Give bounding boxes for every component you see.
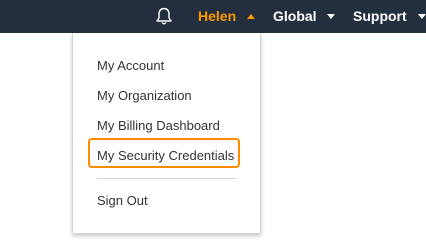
support-menu-button[interactable]: Support <box>353 0 426 33</box>
caret-up-icon <box>247 13 256 19</box>
region-menu-label: Global <box>273 8 317 24</box>
caret-down-icon <box>417 13 426 19</box>
menu-item-my-organization[interactable]: My Organization <box>97 88 192 104</box>
region-menu-button[interactable]: Global <box>273 0 336 33</box>
bell-icon[interactable] <box>154 6 174 26</box>
user-dropdown-menu: My Account My Organization My Billing Da… <box>72 33 261 234</box>
menu-item-sign-out[interactable]: Sign Out <box>97 193 148 209</box>
user-menu-button[interactable]: Helen <box>198 0 256 33</box>
menu-item-my-billing-dashboard[interactable]: My Billing Dashboard <box>97 118 220 134</box>
top-navigation-bar: Helen Global Support <box>0 0 426 33</box>
caret-down-icon <box>327 13 336 19</box>
menu-item-my-account[interactable]: My Account <box>97 58 164 74</box>
menu-divider <box>97 178 237 179</box>
user-menu-label: Helen <box>198 8 237 24</box>
support-menu-label: Support <box>353 8 407 24</box>
menu-item-my-security-credentials[interactable]: My Security Credentials <box>97 148 234 164</box>
